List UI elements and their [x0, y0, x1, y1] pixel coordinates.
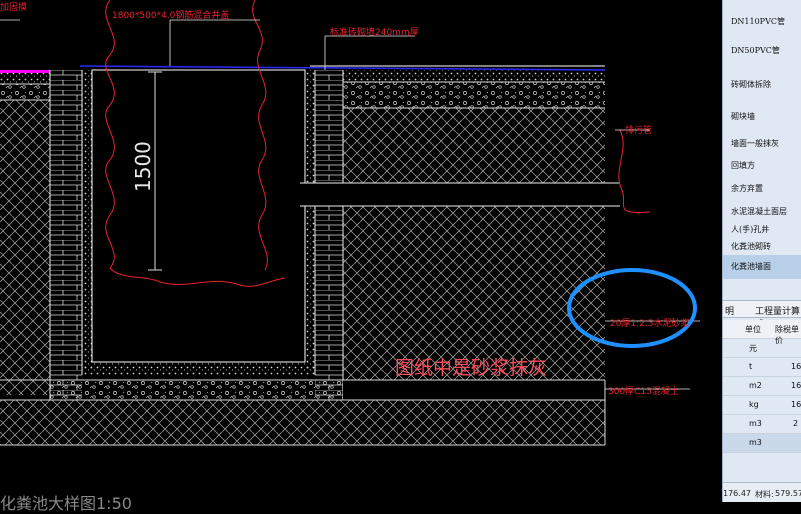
- list-item[interactable]: 砖砌体拆除: [723, 79, 801, 90]
- table-row[interactable]: m3 2: [723, 415, 801, 434]
- list-item[interactable]: DN110PVC管: [723, 16, 801, 27]
- table-row[interactable]: t 16: [723, 358, 801, 377]
- table-row-selected[interactable]: m3: [723, 434, 801, 453]
- list-item[interactable]: 墙面一般抹灰: [723, 138, 801, 149]
- cell-price: 2: [793, 419, 799, 428]
- annotation-text: 图纸中是砂浆抹灰: [395, 357, 548, 379]
- cell-unit: kg: [749, 400, 759, 409]
- status-label: 材料:: [755, 490, 774, 499]
- status-value: 176.47: [723, 489, 751, 498]
- list-item[interactable]: 砌块墙: [723, 111, 801, 122]
- cell-unit: m3: [749, 438, 762, 447]
- detail-tabs: 明 工程量计算式: [723, 300, 801, 330]
- cell-unit: m3: [749, 419, 762, 428]
- label-base: 300厚C15混凝土: [608, 387, 679, 397]
- header-unit: 单位: [745, 325, 761, 334]
- cell-unit: m2: [749, 381, 762, 390]
- list-item[interactable]: DN50PVC管: [723, 45, 801, 56]
- table-row[interactable]: kg 16: [723, 396, 801, 415]
- dimension-text: 1500: [131, 141, 155, 192]
- label-bottom: 化粪池大样图1:50: [0, 494, 132, 513]
- label-pipe: 排污管: [625, 126, 653, 136]
- status-value-material: 579.57: [775, 489, 801, 498]
- label-opening: 1800*500*4.0钢筋混合井盖: [112, 11, 230, 21]
- cell-unit: t: [749, 362, 753, 371]
- label-plaster: 20厚1:2.5水泥砂浆: [610, 319, 690, 329]
- table-row[interactable]: 元: [723, 339, 801, 358]
- status-bar: 176.47 材料: 579.57: [723, 482, 801, 502]
- item-list-panel: DN110PVC管 DN50PVC管 砖砌体拆除 砌块墙 墙面一般抹灰 回填方 …: [722, 0, 801, 502]
- cell-price: 16: [791, 362, 801, 371]
- list-item[interactable]: 余方弃置: [723, 183, 801, 194]
- cell-price: 16: [791, 381, 801, 390]
- table-row[interactable]: m2 16: [723, 377, 801, 396]
- brick-walls: [49, 69, 344, 400]
- cad-drawing-canvas[interactable]: 1500: [0, 0, 722, 502]
- tab-detail[interactable]: 明: [725, 304, 734, 317]
- cell-unit: 元: [749, 344, 757, 353]
- list-item[interactable]: 化粪池砌砖: [723, 241, 801, 252]
- list-item-selected[interactable]: 化粪池墙面: [723, 255, 801, 279]
- list-item[interactable]: 回填方: [723, 160, 801, 171]
- table-header: 单位 除税单价: [723, 320, 801, 345]
- cell-price: 16: [791, 400, 801, 409]
- ground-line-blue: [79, 65, 606, 71]
- list-item[interactable]: 人(手)孔井: [723, 224, 801, 235]
- label-wall: 标准砖砌墙240mm厚: [330, 28, 419, 38]
- label-top-left: 加固摸: [0, 3, 28, 13]
- list-item[interactable]: 水泥混凝土面层: [723, 206, 801, 217]
